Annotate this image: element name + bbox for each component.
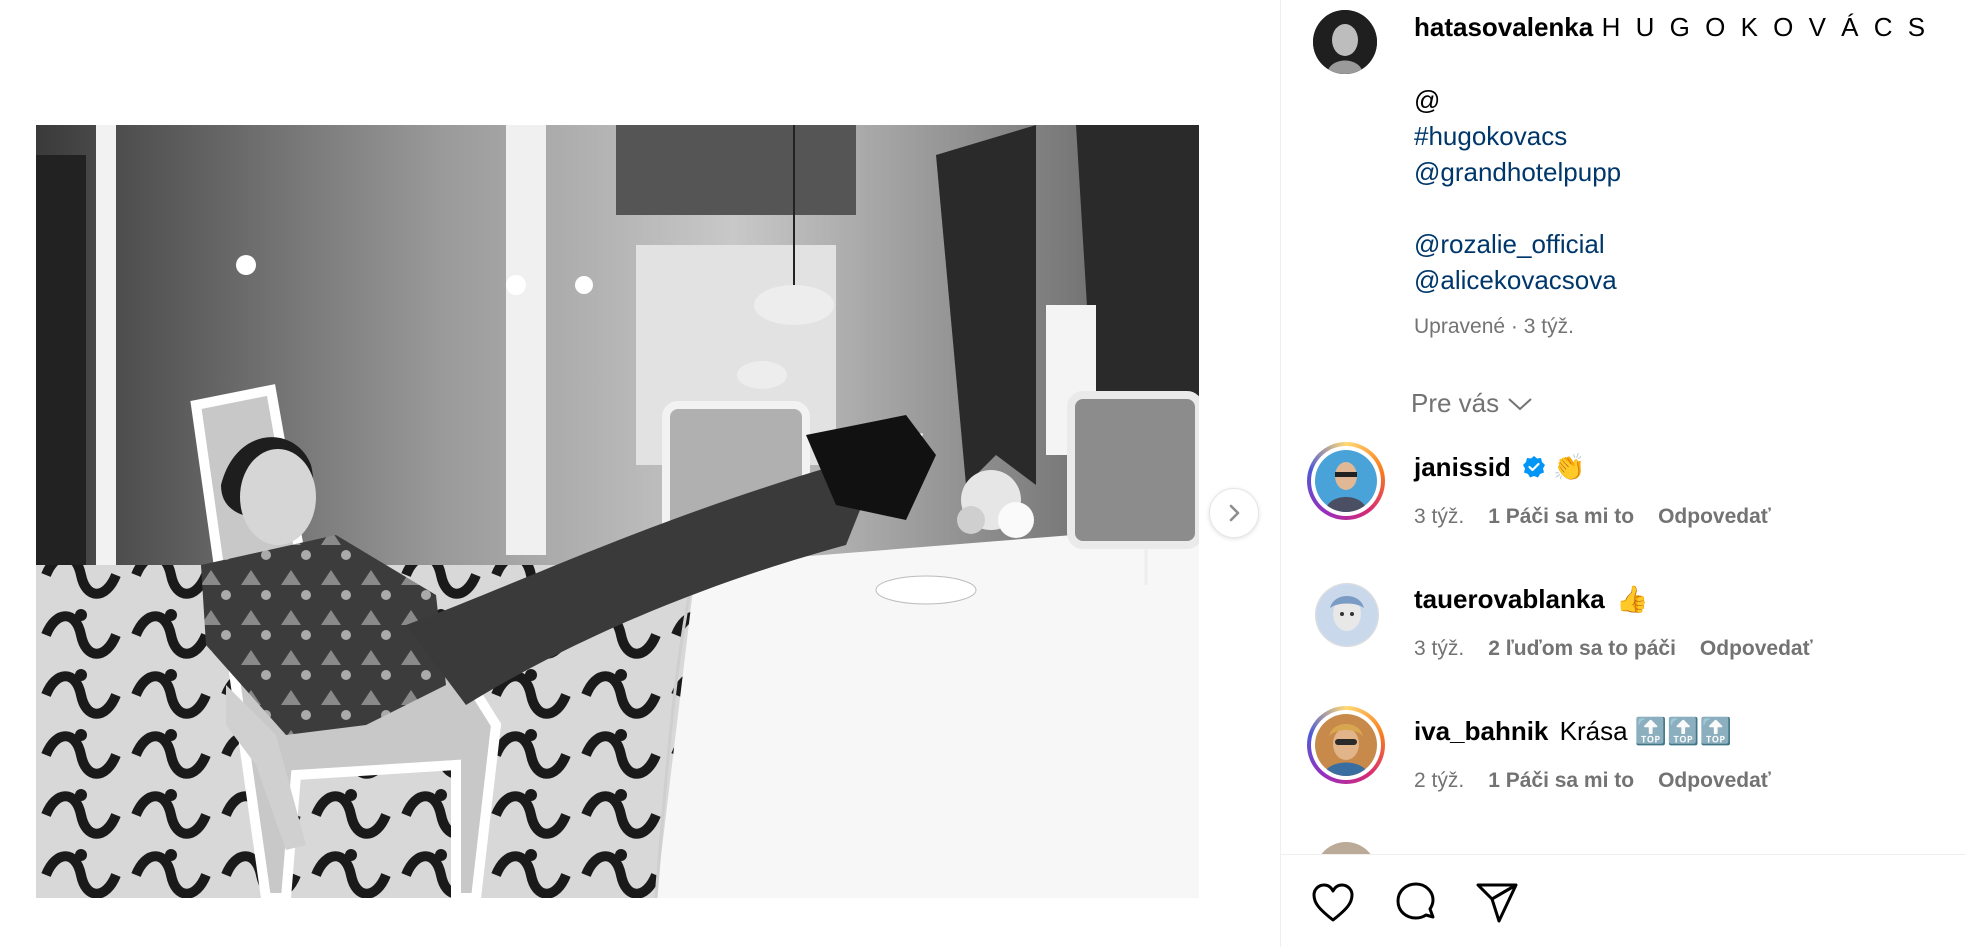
like-button[interactable] [1311, 881, 1355, 925]
comment-sort-dropdown[interactable]: Pre vás [1411, 388, 1533, 419]
commenter-avatar[interactable] [1307, 706, 1385, 784]
comment-time[interactable]: 3 týž. [1414, 505, 1464, 529]
comments-panel: hatasovalenka H U G O K O V Á C S @ #hug… [1280, 0, 1966, 947]
comment-text: 👏 [1553, 452, 1586, 482]
commenter-avatar[interactable] [1315, 842, 1377, 854]
caption-title: H U G O K O V Á C S [1601, 12, 1930, 42]
comments-scroll[interactable]: hatasovalenka H U G O K O V Á C S @ #hug… [1281, 0, 1966, 854]
commenter-avatar[interactable] [1307, 442, 1385, 520]
commenter-avatar[interactable] [1315, 583, 1379, 647]
reply-button[interactable]: Odpovedať [1700, 637, 1813, 661]
comment-likes[interactable]: 1 Páči sa mi to [1488, 769, 1634, 793]
comment-username[interactable]: janissid [1414, 452, 1511, 482]
chevron-right-icon [1229, 504, 1240, 522]
mention-link[interactable]: @grandhotelpupp [1414, 157, 1621, 188]
verified-badge-icon [1523, 456, 1546, 478]
hashtag-link[interactable]: #hugokovacs [1414, 121, 1567, 152]
reply-button[interactable]: Odpovedať [1658, 769, 1771, 793]
author-username[interactable]: hatasovalenka [1414, 12, 1593, 42]
comment-text: 👍 [1615, 584, 1649, 614]
heart-icon [1312, 883, 1354, 922]
next-photo-button[interactable] [1209, 488, 1259, 538]
edited-timestamp: Upravené · 3 týž. [1414, 315, 1574, 338]
comment-sort-label: Pre vás [1411, 388, 1500, 418]
comment-time[interactable]: 3 týž. [1414, 637, 1464, 661]
caption-line: @ [1414, 85, 1441, 115]
reply-button[interactable]: Odpovedať [1658, 505, 1771, 529]
comment-text: Krása 🔝🔝🔝 [1559, 716, 1732, 746]
comment-time[interactable]: 2 týž. [1414, 769, 1464, 793]
author-avatar[interactable] [1313, 10, 1377, 74]
comment-likes[interactable]: 2 ľuďom sa to páči [1488, 637, 1676, 661]
post-media-area [0, 0, 1280, 947]
mention-link[interactable]: @rozalie_official [1414, 229, 1605, 260]
comment-likes[interactable]: 1 Páči sa mi to [1488, 505, 1634, 529]
post-photo[interactable] [36, 125, 1199, 898]
comment-username[interactable]: tauerovablanka [1414, 584, 1605, 614]
chevron-down-icon [1508, 397, 1532, 410]
comment-bubble-icon [1396, 882, 1435, 920]
share-button[interactable] [1475, 881, 1519, 925]
comment-username[interactable]: iva_bahnik [1414, 716, 1548, 746]
mention-link[interactable]: @alicekovacsova [1414, 265, 1617, 296]
post-action-bar [1281, 854, 1966, 948]
comment-button[interactable] [1394, 881, 1438, 925]
paper-plane-icon [1476, 883, 1518, 923]
